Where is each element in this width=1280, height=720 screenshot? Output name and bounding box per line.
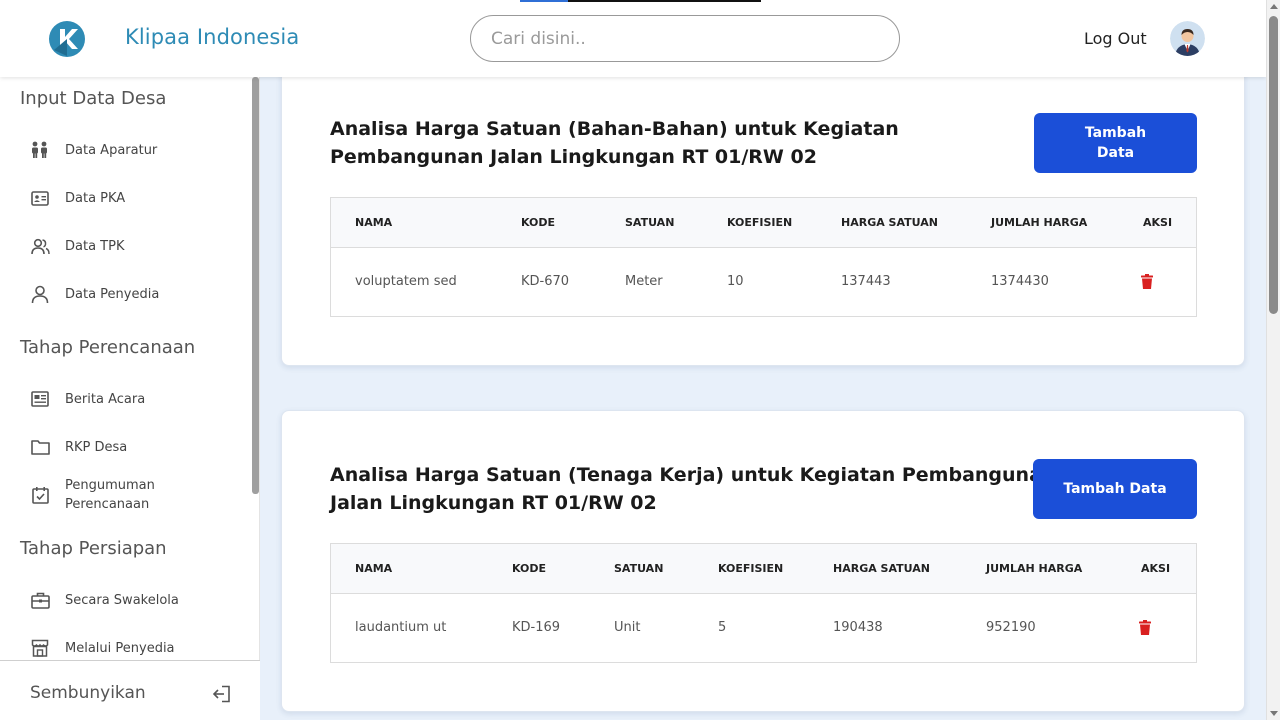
cell-kode: KD-169 bbox=[512, 620, 561, 635]
store-icon bbox=[30, 638, 50, 658]
table-row: laudantium ut KD-169 Unit 5 190438 95219… bbox=[331, 594, 1196, 662]
table-header: NAMA KODE SATUAN KOEFISIEN HARGA SATUAN … bbox=[331, 544, 1196, 594]
cell-jumlah-harga: 952190 bbox=[986, 620, 1036, 635]
sidebar-item-rkp-desa[interactable]: RKP Desa bbox=[30, 437, 230, 457]
sidebar-item-label: Berita Acara bbox=[65, 391, 146, 407]
cell-harga-satuan: 190438 bbox=[833, 620, 883, 635]
sidebar-item-label: RKP Desa bbox=[65, 439, 128, 455]
sidebar-item-label: Secara Swakelola bbox=[65, 592, 179, 608]
add-data-button[interactable]: Tambah Data bbox=[1033, 459, 1197, 519]
column-header-koefisien[interactable]: KOEFISIEN bbox=[727, 216, 792, 229]
briefcase-icon bbox=[30, 590, 50, 610]
column-header-jumlah-harga[interactable]: JUMLAH HARGA bbox=[986, 562, 1082, 575]
sidebar-item-label: Data PKA bbox=[65, 190, 126, 206]
sidebar-footer: Sembunyikan bbox=[0, 660, 260, 720]
sidebar-scrollbar[interactable] bbox=[252, 77, 259, 494]
user-icon bbox=[30, 284, 50, 304]
cell-satuan: Unit bbox=[614, 620, 641, 635]
page-scrollbar[interactable] bbox=[1266, 0, 1280, 720]
newspaper-icon bbox=[30, 389, 50, 409]
card-bahan-bahan: Analisa Harga Satuan (Bahan-Bahan) untuk… bbox=[281, 60, 1245, 366]
column-header-harga-satuan[interactable]: HARGA SATUAN bbox=[841, 216, 938, 229]
card-title-line-2: Pembangunan Jalan Lingkungan RT 01/RW 02 bbox=[330, 146, 817, 168]
add-data-button[interactable]: Tambah Data bbox=[1034, 113, 1197, 173]
section-input-data-desa: Input Data Desa bbox=[20, 88, 167, 109]
loading-bar-fill bbox=[520, 0, 568, 2]
column-header-harga-satuan[interactable]: HARGA SATUAN bbox=[833, 562, 930, 575]
column-header-kode[interactable]: KODE bbox=[521, 216, 555, 229]
section-tahap-perencanaan: Tahap Perencanaan bbox=[20, 337, 196, 358]
table-header: NAMA KODE SATUAN KOEFISIEN HARGA SATUAN … bbox=[331, 198, 1196, 248]
column-header-nama[interactable]: NAMA bbox=[355, 216, 392, 229]
sidebar-item-label: Pengumuman Perencanaan bbox=[65, 478, 155, 512]
id-card-icon bbox=[30, 188, 50, 208]
sidebar-item-melalui-penyedia[interactable]: Melalui Penyedia bbox=[30, 638, 230, 658]
cell-koefisien: 5 bbox=[718, 620, 727, 635]
card-title-line-1: Analisa Harga Satuan (Tenaga Kerja) untu… bbox=[330, 464, 1056, 486]
card-title-line-2: Jalan Lingkungan RT 01/RW 02 bbox=[330, 492, 657, 514]
sidebar-item-label: Melalui Penyedia bbox=[65, 640, 175, 656]
top-header: Klipaa Indonesia Log Out bbox=[0, 0, 1266, 77]
column-header-satuan[interactable]: SATUAN bbox=[625, 216, 674, 229]
cell-kode: KD-670 bbox=[521, 274, 570, 289]
scroll-up-arrow-icon[interactable] bbox=[1270, 4, 1278, 9]
cell-nama: laudantium ut bbox=[355, 620, 447, 635]
data-table: NAMA KODE SATUAN KOEFISIEN HARGA SATUAN … bbox=[330, 197, 1197, 317]
cell-harga-satuan: 137443 bbox=[841, 274, 891, 289]
column-header-aksi: AKSI bbox=[1143, 216, 1173, 229]
cell-koefisien: 10 bbox=[727, 274, 744, 289]
trash-icon[interactable] bbox=[1139, 620, 1151, 635]
sidebar-item-secara-swakelola[interactable]: Secara Swakelola bbox=[30, 590, 230, 610]
column-header-satuan[interactable]: SATUAN bbox=[614, 562, 663, 575]
sidebar-item-pengumuman-perencanaan[interactable]: Pengumuman Perencanaan bbox=[30, 476, 230, 514]
table-row: voluptatem sed KD-670 Meter 10 137443 13… bbox=[331, 248, 1196, 316]
sidebar-item-berita-acara[interactable]: Berita Acara bbox=[30, 389, 230, 409]
card-tenaga-kerja: Analisa Harga Satuan (Tenaga Kerja) untu… bbox=[281, 410, 1245, 712]
cell-nama: voluptatem sed bbox=[355, 274, 457, 289]
column-header-kode[interactable]: KODE bbox=[512, 562, 546, 575]
sidebar-menu: Input Data Desa Data Aparatur Data PKA D… bbox=[0, 77, 260, 660]
sidebar-item-label: Data Penyedia bbox=[65, 286, 160, 302]
sidebar-item-data-aparatur[interactable]: Data Aparatur bbox=[30, 140, 230, 160]
hide-sidebar-label[interactable]: Sembunyikan bbox=[30, 683, 146, 703]
sidebar-item-data-penyedia[interactable]: Data Penyedia bbox=[30, 284, 230, 304]
logout-button[interactable]: Log Out bbox=[1084, 29, 1147, 48]
card-title: Analisa Harga Satuan (Bahan-Bahan) untuk… bbox=[330, 115, 899, 171]
sidebar-item-label: Data Aparatur bbox=[65, 142, 158, 158]
sidebar-item-data-pka[interactable]: Data PKA bbox=[30, 188, 230, 208]
column-header-jumlah-harga[interactable]: JUMLAH HARGA bbox=[991, 216, 1087, 229]
user-avatar[interactable] bbox=[1170, 21, 1205, 56]
calendar-check-icon bbox=[30, 485, 50, 505]
logout-arrow-icon[interactable] bbox=[211, 685, 231, 703]
brand-name[interactable]: Klipaa Indonesia bbox=[125, 25, 299, 49]
users-icon bbox=[30, 236, 50, 256]
folder-icon bbox=[30, 437, 50, 457]
scroll-down-arrow-icon[interactable] bbox=[1270, 711, 1278, 716]
cell-satuan: Meter bbox=[625, 274, 663, 289]
klipaa-logo-icon[interactable] bbox=[48, 20, 86, 58]
search-input[interactable] bbox=[470, 15, 900, 62]
cell-jumlah-harga: 1374430 bbox=[991, 274, 1049, 289]
sidebar-item-data-tpk[interactable]: Data TPK bbox=[30, 236, 230, 256]
section-tahap-persiapan: Tahap Persiapan bbox=[20, 538, 167, 559]
loading-bar bbox=[520, 0, 761, 2]
data-table: NAMA KODE SATUAN KOEFISIEN HARGA SATUAN … bbox=[330, 543, 1197, 663]
trash-icon[interactable] bbox=[1141, 274, 1153, 289]
people-icon bbox=[30, 140, 50, 160]
column-header-aksi: AKSI bbox=[1141, 562, 1171, 575]
card-title-line-1: Analisa Harga Satuan (Bahan-Bahan) untuk… bbox=[330, 118, 899, 140]
sidebar-item-label: Data TPK bbox=[65, 238, 125, 254]
scrollbar-thumb[interactable] bbox=[1269, 16, 1278, 314]
card-title: Analisa Harga Satuan (Tenaga Kerja) untu… bbox=[330, 461, 1055, 517]
sidebar: Input Data Desa Data Aparatur Data PKA D… bbox=[0, 77, 260, 720]
column-header-nama[interactable]: NAMA bbox=[355, 562, 392, 575]
column-header-koefisien[interactable]: KOEFISIEN bbox=[718, 562, 783, 575]
